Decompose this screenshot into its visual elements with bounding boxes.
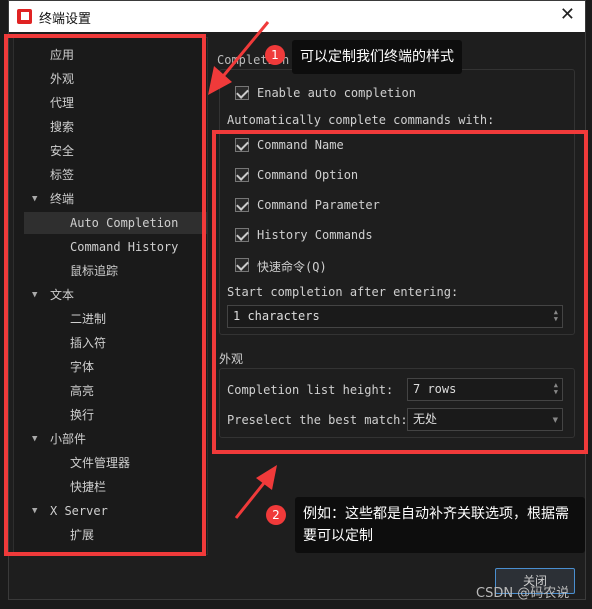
annotation-tooltip-1: 可以定制我们终端的样式 <box>292 40 462 74</box>
watermark: CSDN @码农说 <box>476 586 570 601</box>
arrow-2-line <box>234 477 270 519</box>
arrow-1-line <box>218 21 270 81</box>
annotation-badge-2: 2 <box>266 505 286 525</box>
arrow-2-head <box>256 465 277 490</box>
annotation-tooltip-2: 例如：这些都是自动补齐关联选项，根据需要可以定制 <box>295 497 585 553</box>
annotation-badge-1: 1 <box>265 45 285 65</box>
